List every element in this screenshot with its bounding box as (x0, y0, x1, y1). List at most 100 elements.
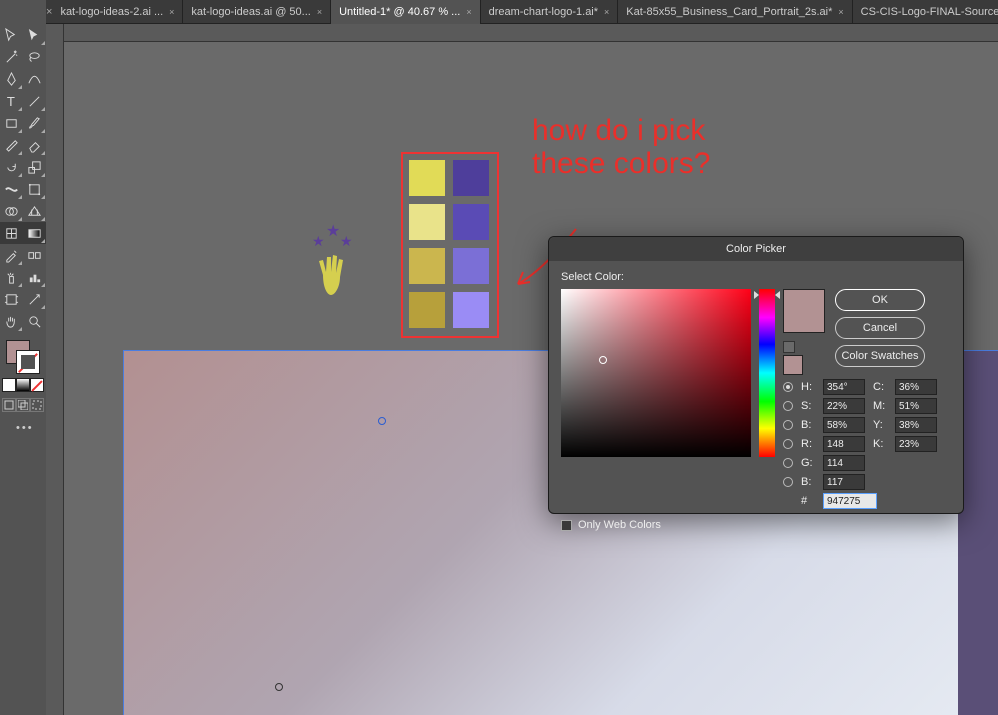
ruler-horizontal (46, 24, 998, 42)
document-tab-bar: × kat-logo-ideas-2.ai ...× kat-logo-idea… (46, 0, 998, 24)
mesh-tool[interactable] (0, 222, 23, 244)
input-c[interactable] (895, 379, 937, 395)
swatch (453, 248, 489, 284)
direct-selection-tool[interactable] (23, 24, 46, 46)
swatch (409, 160, 445, 196)
document-tab[interactable]: dream-chart-logo-1.ai*× (481, 0, 619, 24)
input-hex[interactable] (823, 493, 877, 509)
input-m[interactable] (895, 398, 937, 414)
artboard-tool[interactable] (0, 288, 23, 310)
radio-s[interactable] (783, 401, 793, 411)
free-transform-tool[interactable] (23, 178, 46, 200)
close-icon[interactable]: × (466, 7, 471, 17)
color-preview-new (783, 289, 825, 333)
color-picker-dialog: Color Picker Select Color: (548, 236, 964, 514)
color-mode-gradient[interactable] (16, 378, 30, 392)
color-mode-solid[interactable] (2, 378, 16, 392)
hsb-rgb-inputs: H: S: B: R: G: B: # (783, 379, 867, 509)
gradient-tool[interactable] (23, 222, 46, 244)
draw-behind[interactable] (16, 398, 30, 412)
document-tab[interactable]: kat-logo-ideas.ai @ 50...× (183, 0, 331, 24)
only-web-colors-checkbox[interactable] (561, 520, 572, 531)
dialog-titlebar[interactable]: Color Picker (549, 237, 963, 261)
draw-inside[interactable] (30, 398, 44, 412)
slice-tool[interactable] (23, 288, 46, 310)
hand-icon (313, 245, 353, 305)
fill-stroke-indicator[interactable] (6, 340, 40, 374)
draw-normal[interactable] (2, 398, 16, 412)
input-y[interactable] (895, 417, 937, 433)
line-segment-tool[interactable] (23, 90, 46, 112)
hue-slider[interactable] (759, 289, 775, 457)
column-graph-tool[interactable] (23, 266, 46, 288)
input-bval[interactable] (823, 417, 865, 433)
input-k[interactable] (895, 436, 937, 452)
shape-builder-tool[interactable] (0, 200, 23, 222)
lasso-tool[interactable] (23, 46, 46, 68)
document-tab[interactable]: kat-logo-ideas-2.ai ...× (52, 0, 183, 24)
radio-b[interactable] (783, 420, 793, 430)
blend-tool[interactable] (23, 244, 46, 266)
radio-g[interactable] (783, 458, 793, 468)
zoom-tool[interactable] (23, 310, 46, 332)
type-tool[interactable]: T (0, 90, 23, 112)
paintbrush-tool[interactable] (23, 112, 46, 134)
swatch (453, 160, 489, 196)
gradient-rectangle-right (958, 351, 998, 715)
ruler-vertical (46, 24, 64, 715)
color-swatches-button[interactable]: Color Swatches (835, 345, 925, 367)
swatch (453, 204, 489, 240)
gradient-stop[interactable] (275, 683, 283, 691)
close-icon[interactable]: × (169, 7, 174, 17)
stroke-color-box[interactable] (16, 350, 40, 374)
scale-tool[interactable] (23, 156, 46, 178)
swatch (409, 292, 445, 328)
input-bblue[interactable] (823, 474, 865, 490)
input-h[interactable] (823, 379, 865, 395)
input-s[interactable] (823, 398, 865, 414)
color-preview-current[interactable] (783, 355, 803, 375)
out-of-gamut-icon[interactable] (783, 341, 795, 353)
swatch (409, 204, 445, 240)
swatch-group-outline (401, 152, 499, 338)
radio-r[interactable] (783, 439, 793, 449)
ok-button[interactable]: OK (835, 289, 925, 311)
magic-wand-tool[interactable] (0, 46, 23, 68)
cmyk-inputs: C: M: Y: K: (873, 379, 939, 452)
shaper-tool[interactable] (0, 134, 23, 156)
edit-toolbar-icon[interactable]: ••• (16, 422, 46, 434)
document-tab-active[interactable]: Untitled-1* @ 40.67 % ...× (331, 0, 481, 24)
width-tool[interactable] (0, 178, 23, 200)
saturation-value-field[interactable] (561, 289, 751, 457)
document-tab[interactable]: CS-CIS-Logo-FINAL-Source-File [Converted… (853, 0, 998, 24)
close-icon[interactable]: × (838, 7, 843, 17)
selection-tool[interactable] (0, 24, 23, 46)
rectangle-tool[interactable] (0, 112, 23, 134)
select-color-label: Select Color: (561, 271, 951, 283)
input-g[interactable] (823, 455, 865, 471)
pen-tool[interactable] (0, 68, 23, 90)
gradient-stop[interactable] (378, 417, 386, 425)
eyedropper-tool[interactable] (0, 244, 23, 266)
eraser-tool[interactable] (23, 134, 46, 156)
input-r[interactable] (823, 436, 865, 452)
color-mode-none[interactable] (30, 378, 44, 392)
svg-text:T: T (7, 94, 15, 109)
perspective-grid-tool[interactable] (23, 200, 46, 222)
symbol-sprayer-tool[interactable] (0, 266, 23, 288)
only-web-colors-label: Only Web Colors (578, 519, 661, 531)
hand-tool[interactable] (0, 310, 23, 332)
close-icon[interactable]: × (317, 7, 322, 17)
radio-h[interactable] (783, 382, 793, 392)
swatch (409, 248, 445, 284)
cancel-button[interactable]: Cancel (835, 317, 925, 339)
annotation-text: how do i pick these colors? (532, 114, 710, 180)
rotate-tool[interactable] (0, 156, 23, 178)
swatch (453, 292, 489, 328)
sv-cursor[interactable] (599, 356, 607, 364)
close-icon[interactable]: × (604, 7, 609, 17)
toolbar: T ••• (0, 24, 46, 715)
radio-bblue[interactable] (783, 477, 793, 487)
curvature-tool[interactable] (23, 68, 46, 90)
document-tab[interactable]: Kat-85x55_Business_Card_Portrait_2s.ai*× (618, 0, 852, 24)
